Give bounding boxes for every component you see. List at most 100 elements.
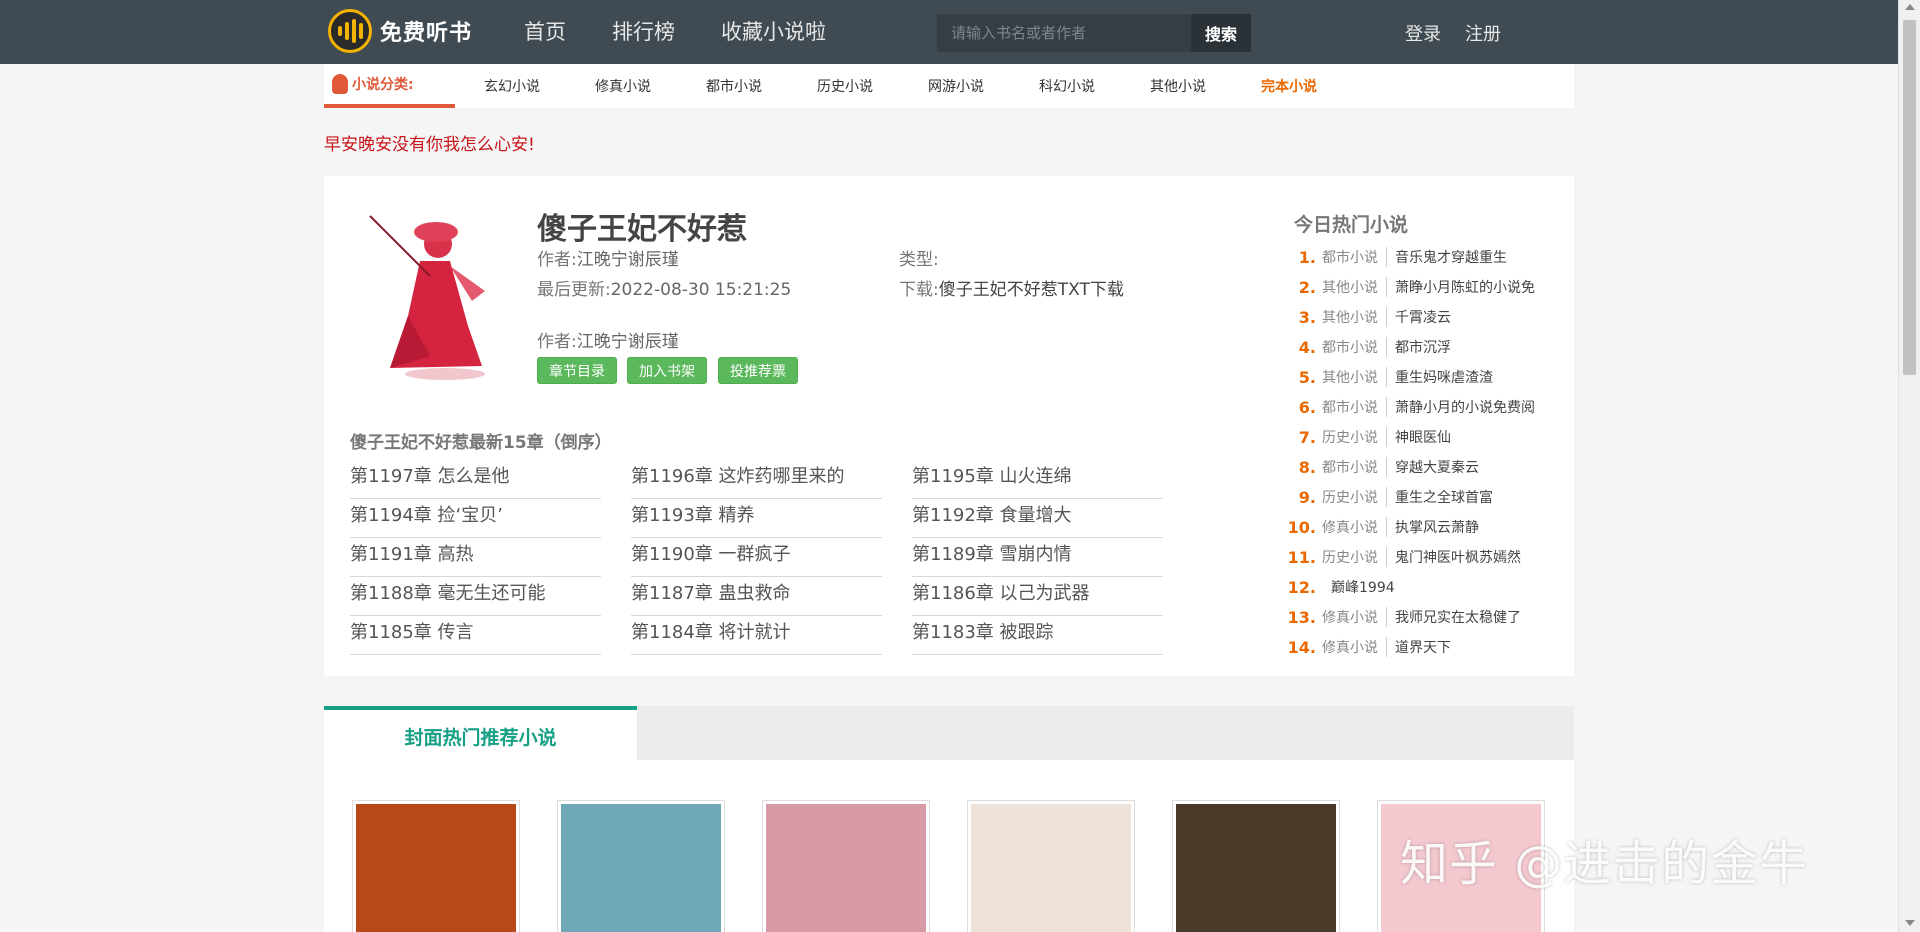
chapter-link[interactable]: 第1190章 一群疯子 — [631, 538, 882, 577]
hot-item-title[interactable]: 我师兄实在太稳健了 — [1395, 607, 1521, 627]
category-lishi[interactable]: 历史小说 — [817, 76, 928, 96]
logo-icon — [328, 9, 372, 53]
author2-value[interactable]: 江晚宁谢辰瑾 — [577, 332, 679, 352]
hot-item: 12. 巅峰1994 — [1286, 572, 1576, 602]
hot-item-category[interactable]: 历史小说 — [1322, 487, 1387, 507]
hot-item-category[interactable]: 都市小说 — [1322, 397, 1387, 417]
download-label: 下载: — [899, 280, 939, 300]
hot-item-category[interactable]: 历史小说 — [1322, 427, 1387, 447]
main-nav: 首页 排行榜 收藏小说啦 — [524, 16, 872, 46]
hot-item-title[interactable]: 巅峰1994 — [1331, 577, 1395, 597]
hot-item-category[interactable]: 都市小说 — [1322, 457, 1387, 477]
hot-item-title[interactable]: 音乐鬼才穿越重生 — [1395, 247, 1507, 267]
chapter-link[interactable]: 第1191章 高热 — [350, 538, 601, 577]
category-xuanhuan[interactable]: 玄幻小说 — [484, 76, 595, 96]
chapter-link[interactable]: 第1189章 雪崩内情 — [912, 538, 1163, 577]
download-link[interactable]: 傻子王妃不好惹TXT下载 — [939, 280, 1124, 300]
login-link[interactable]: 登录 — [1405, 20, 1441, 46]
hot-item-title[interactable]: 重生之全球首富 — [1395, 487, 1493, 507]
rank-number: 14. — [1287, 637, 1316, 657]
hot-item-title[interactable]: 穿越大夏秦云 — [1395, 457, 1479, 477]
category-wangyou[interactable]: 网游小说 — [928, 76, 1039, 96]
cover-image — [356, 804, 516, 932]
hot-item: 4. 都市小说 都市沉浮 — [1286, 332, 1576, 362]
book-cover-image[interactable] — [350, 206, 500, 386]
hot-item-title[interactable]: 神眼医仙 — [1395, 427, 1451, 447]
category-wanben[interactable]: 完本小说 — [1261, 76, 1372, 96]
rank-number: 6. — [1298, 397, 1316, 417]
nav-favorites[interactable]: 收藏小说啦 — [721, 16, 826, 46]
hot-item-title[interactable]: 都市沉浮 — [1395, 337, 1451, 357]
chapter-link[interactable]: 第1192章 食量增大 — [912, 499, 1163, 538]
category-xiuzhen[interactable]: 修真小说 — [595, 76, 706, 96]
hot-item-category[interactable]: 历史小说 — [1322, 547, 1387, 567]
chapter-link[interactable]: 第1194章 捡‘宝贝’ — [350, 499, 601, 538]
hot-item-category[interactable]: 其他小说 — [1322, 277, 1387, 297]
hot-item-title[interactable]: 鬼门神医叶枫苏嫣然 — [1395, 547, 1521, 567]
scroll-down-arrow-icon[interactable] — [1905, 920, 1915, 926]
logo-text: 免费听书 — [380, 21, 473, 46]
recommend-cover[interactable] — [352, 800, 520, 932]
hot-item-title[interactable]: 执掌风云萧静 — [1395, 517, 1479, 537]
chapter-link[interactable]: 第1197章 怎么是他 — [350, 460, 601, 499]
hot-item-category[interactable]: 都市小说 — [1322, 337, 1387, 357]
tab-cover-recommend[interactable]: 封面热门推荐小说 — [324, 706, 637, 762]
chapter-link[interactable]: 第1183章 被跟踪 — [912, 616, 1163, 655]
updated-label: 最后更新: — [537, 280, 611, 300]
recommend-cover[interactable] — [762, 800, 930, 932]
site-logo[interactable]: 免费听书 — [328, 6, 493, 56]
category-label-text: 小说分类: — [352, 77, 414, 93]
book-updated: 最后更新:2022-08-30 15:21:25 — [537, 275, 791, 300]
top-navbar: 免费听书 首页 排行榜 收藏小说啦 搜索 登录 注册 — [0, 0, 1898, 64]
category-dushi[interactable]: 都市小说 — [706, 76, 817, 96]
chapter-link[interactable]: 第1195章 山火连绵 — [912, 460, 1163, 499]
hot-item: 9. 历史小说 重生之全球首富 — [1286, 482, 1576, 512]
chapter-link[interactable]: 第1196章 这炸药哪里来的 — [631, 460, 882, 499]
cover-image — [971, 804, 1131, 932]
chapter-link[interactable]: 第1185章 传言 — [350, 616, 601, 655]
recommend-cover[interactable] — [967, 800, 1135, 932]
hot-item-title[interactable]: 萧睁小月陈虹的小说免 — [1395, 277, 1535, 297]
category-kehuan[interactable]: 科幻小说 — [1039, 76, 1150, 96]
category-bar: 小说分类: 玄幻小说 修真小说 都市小说 历史小说 网游小说 科幻小说 其他小说… — [324, 64, 1574, 108]
register-link[interactable]: 注册 — [1465, 20, 1501, 46]
nav-ranking[interactable]: 排行榜 — [612, 16, 675, 46]
type-label: 类型: — [899, 250, 939, 270]
recommend-cover[interactable] — [557, 800, 725, 932]
hot-item: 2. 其他小说 萧睁小月陈虹的小说免 — [1286, 272, 1576, 302]
hot-item-title[interactable]: 道界天下 — [1395, 637, 1451, 657]
hot-item-title[interactable]: 萧静小月的小说免费阅 — [1395, 397, 1535, 417]
chapter-link[interactable]: 第1188章 毫无生还可能 — [350, 577, 601, 616]
scrollbar-thumb[interactable] — [1903, 20, 1916, 375]
hot-item: 14. 修真小说 道界天下 — [1286, 632, 1576, 662]
author-value[interactable]: 江晚宁谢辰瑾 — [577, 250, 679, 270]
recommend-covers — [352, 800, 1582, 932]
add-to-shelf-button[interactable]: 加入书架 — [627, 357, 707, 384]
hot-item-category[interactable]: 修真小说 — [1322, 517, 1387, 537]
updated-value: 2022-08-30 15:21:25 — [610, 280, 792, 300]
nav-home[interactable]: 首页 — [524, 16, 566, 46]
book-author-secondary: 作者:江晚宁谢辰瑾 — [537, 327, 679, 352]
hot-item-category[interactable]: 其他小说 — [1322, 367, 1387, 387]
category-qita[interactable]: 其他小说 — [1150, 76, 1261, 96]
rank-number: 9. — [1298, 487, 1316, 507]
search-button[interactable]: 搜索 — [1191, 14, 1251, 52]
hot-item-title[interactable]: 千霄凌云 — [1395, 307, 1451, 327]
chapter-link[interactable]: 第1193章 精养 — [631, 499, 882, 538]
search-input[interactable] — [937, 14, 1191, 52]
chapter-list-button[interactable]: 章节目录 — [537, 357, 617, 384]
recommend-cover[interactable] — [1172, 800, 1340, 932]
hot-item-category[interactable]: 修真小说 — [1322, 607, 1387, 627]
hot-item-category[interactable]: 其他小说 — [1322, 307, 1387, 327]
hot-item-category[interactable]: 修真小说 — [1322, 637, 1387, 657]
hot-item-title[interactable]: 重生妈咪虐渣渣 — [1395, 367, 1493, 387]
recommend-vote-button[interactable]: 投推荐票 — [718, 357, 798, 384]
chapter-link[interactable]: 第1187章 蛊虫救命 — [631, 577, 882, 616]
author-label: 作者: — [537, 250, 577, 270]
hot-item-category[interactable]: 都市小说 — [1322, 247, 1387, 267]
page-scrollbar[interactable] — [1898, 0, 1920, 932]
chapter-link[interactable]: 第1186章 以己为武器 — [912, 577, 1163, 616]
chapter-link[interactable]: 第1184章 将计就计 — [631, 616, 882, 655]
scroll-up-arrow-icon[interactable] — [1905, 4, 1915, 10]
rank-number: 2. — [1298, 277, 1316, 297]
